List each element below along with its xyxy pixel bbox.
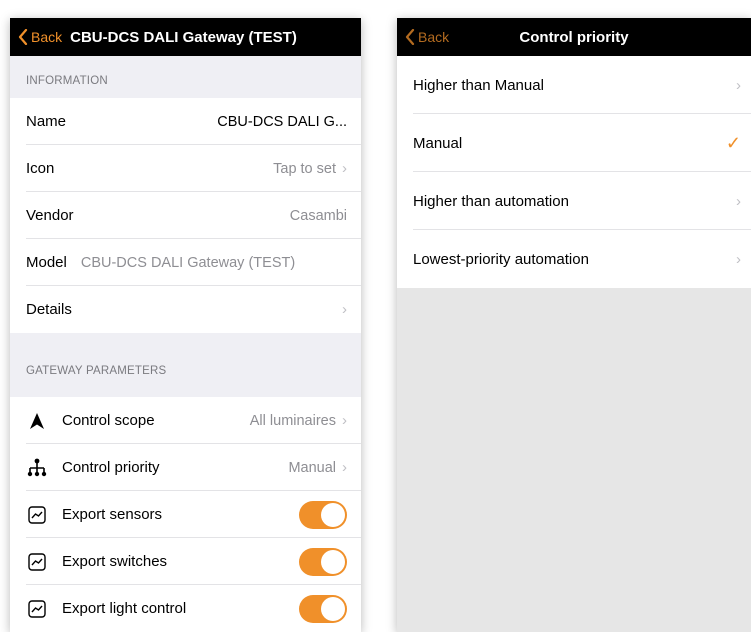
export-switches-label: Export switches xyxy=(62,553,168,570)
option-label: Higher than Manual xyxy=(413,76,544,94)
option-higher-than-automation[interactable]: Higher than automation › xyxy=(397,172,751,230)
information-section-header: INFORMATION xyxy=(26,75,108,87)
gateway-parameters-group: Control scope All luminaires › Control p… xyxy=(10,397,361,632)
name-row[interactable]: Name CBU-DCS DALI G... xyxy=(10,98,361,145)
priority-options-list: Higher than Manual › Manual ✓ Higher tha… xyxy=(397,56,751,288)
export-sensors-toggle[interactable] xyxy=(299,500,347,529)
chevron-right-icon: › xyxy=(736,192,741,210)
control-priority-row[interactable]: Control priority Manual › xyxy=(10,444,361,491)
chart-line-icon xyxy=(26,598,48,620)
export-light-control-toggle[interactable] xyxy=(299,594,347,623)
back-button[interactable]: Back xyxy=(18,29,62,45)
option-lowest-priority-automation[interactable]: Lowest-priority automation › xyxy=(397,230,751,288)
vendor-value: Casambi xyxy=(289,207,347,224)
chart-line-icon xyxy=(26,551,48,573)
navigation-bar: Back Control priority xyxy=(397,18,751,56)
control-scope-label: Control scope xyxy=(62,412,155,429)
model-row: Model CBU-DCS DALI Gateway (TEST) xyxy=(10,239,361,286)
chevron-right-icon: › xyxy=(736,76,741,94)
page-title: CBU-DCS DALI Gateway (TEST) xyxy=(70,28,297,46)
model-label: Model xyxy=(26,254,67,271)
option-higher-than-manual[interactable]: Higher than Manual › xyxy=(397,56,751,114)
control-priority-screen: Back Control priority Higher than Manual… xyxy=(397,18,751,632)
chevron-left-icon xyxy=(18,29,28,45)
name-value: CBU-DCS DALI G... xyxy=(217,113,347,130)
icon-label: Icon xyxy=(26,160,55,177)
chevron-right-icon: › xyxy=(342,412,347,429)
vendor-label: Vendor xyxy=(26,207,74,224)
checkmark-icon: ✓ xyxy=(725,132,741,153)
gateway-section-header: GATEWAY PARAMETERS xyxy=(26,365,167,377)
navigation-arrow-icon xyxy=(26,410,48,432)
export-light-control-row: Export light control xyxy=(10,585,361,632)
model-value: CBU-DCS DALI Gateway (TEST) xyxy=(80,254,296,271)
option-label: Lowest-priority automation xyxy=(413,250,589,268)
chart-line-icon xyxy=(26,504,48,526)
export-switches-row: Export switches xyxy=(10,538,361,585)
gateway-details-screen: Back CBU-DCS DALI Gateway (TEST) INFORMA… xyxy=(10,18,361,632)
chevron-right-icon: › xyxy=(342,160,347,177)
back-label: Back xyxy=(418,29,450,45)
export-switches-toggle[interactable] xyxy=(299,547,347,576)
vendor-row: Vendor Casambi xyxy=(10,192,361,239)
chevron-right-icon: › xyxy=(342,301,347,318)
chevron-right-icon: › xyxy=(736,250,741,268)
back-label: Back xyxy=(31,29,63,45)
information-group: Name CBU-DCS DALI G... Icon Tap to set ›… xyxy=(10,98,361,333)
details-label: Details xyxy=(26,301,72,318)
hierarchy-icon xyxy=(26,457,48,479)
control-scope-row[interactable]: Control scope All luminaires › xyxy=(10,397,361,444)
details-row[interactable]: Details › xyxy=(10,286,361,333)
navigation-bar: Back CBU-DCS DALI Gateway (TEST) xyxy=(10,18,361,56)
control-priority-value: Manual xyxy=(288,459,336,476)
icon-value: Tap to set xyxy=(273,160,336,177)
control-priority-label: Control priority xyxy=(62,459,160,476)
option-label: Higher than automation xyxy=(413,192,569,210)
option-manual[interactable]: Manual ✓ xyxy=(397,114,751,172)
chevron-right-icon: › xyxy=(342,459,347,476)
name-label: Name xyxy=(26,113,67,130)
export-light-control-label: Export light control xyxy=(62,600,187,617)
chevron-left-icon xyxy=(405,29,415,45)
option-label: Manual xyxy=(413,134,463,152)
back-button[interactable]: Back xyxy=(405,29,449,45)
control-scope-value: All luminaires xyxy=(249,412,336,429)
page-title: Control priority xyxy=(519,28,629,46)
export-sensors-label: Export sensors xyxy=(62,506,163,523)
icon-row[interactable]: Icon Tap to set › xyxy=(10,145,361,192)
export-sensors-row: Export sensors xyxy=(10,491,361,538)
